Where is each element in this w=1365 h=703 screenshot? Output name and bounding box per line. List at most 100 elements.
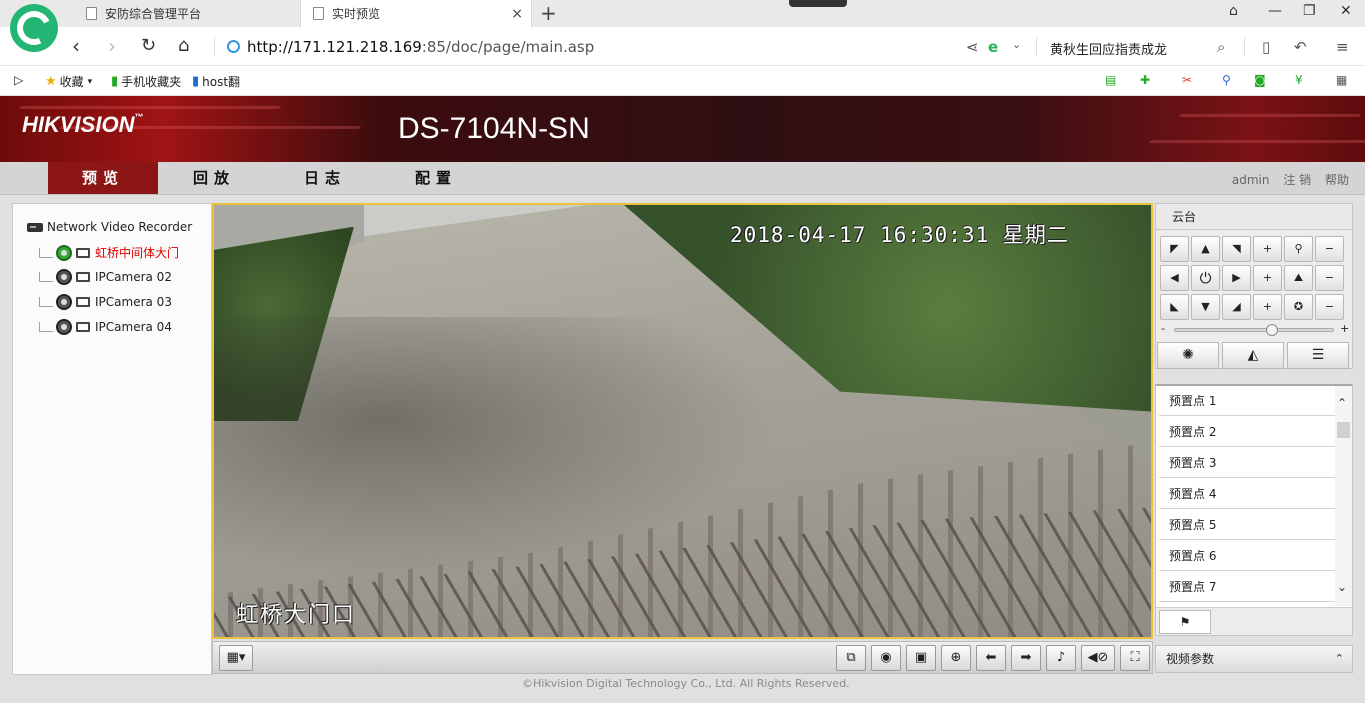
video-params-header[interactable]: 视频参数 ⌃ [1155, 645, 1353, 673]
list-item[interactable]: 预置点 2 [1159, 417, 1335, 447]
preset-scrollbar[interactable]: ⌃ ⌄ [1335, 386, 1352, 606]
camera-item[interactable]: 虹桥中间体大门 [39, 244, 179, 261]
logout-link[interactable]: 注 销 [1283, 173, 1311, 187]
focus-plus-icon[interactable]: + [1253, 265, 1282, 291]
call-preset-icon[interactable]: ⚑ [1159, 610, 1211, 634]
focus-minus-icon[interactable]: − [1315, 265, 1344, 291]
reader-icon[interactable]: ▤ [1105, 73, 1116, 87]
record-status-icon[interactable] [56, 269, 72, 285]
audio-mute-icon[interactable]: ◀⊘ [1081, 645, 1115, 671]
minimize-icon[interactable]: — [1268, 3, 1282, 19]
tree-root[interactable]: Network Video Recorder [27, 220, 192, 234]
refresh-icon[interactable]: ↻ [141, 35, 156, 57]
camera-icon[interactable] [76, 322, 90, 332]
prev-page-icon[interactable]: ⬅ [976, 645, 1006, 671]
ptz-right-icon[interactable]: ▶ [1222, 265, 1251, 291]
apps-grid-icon[interactable]: ▦ [1336, 73, 1347, 87]
record-status-icon[interactable] [56, 319, 72, 335]
menu-preview[interactable]: 预览 [48, 162, 158, 194]
add-bookmark-icon[interactable]: ✚ [1140, 73, 1150, 87]
menu-lines-icon[interactable]: ☰ [1287, 342, 1349, 369]
zoom-minus-icon[interactable]: − [1315, 236, 1344, 262]
tab-security-platform[interactable]: 安防综合管理平台 [78, 0, 300, 27]
ptz-speed-slider[interactable] [1174, 324, 1334, 336]
wiper-icon[interactable]: ◭ [1222, 342, 1284, 369]
ptz-down-icon[interactable]: ▼ [1191, 294, 1220, 320]
camera-item[interactable]: IPCamera 04 [39, 319, 172, 335]
layout-grid-button[interactable]: ▦▾ [219, 645, 253, 671]
slider-knob[interactable] [1266, 324, 1278, 336]
ptz-left-icon[interactable]: ◀ [1160, 265, 1189, 291]
tab-live-preview[interactable]: 实时预览 × [300, 0, 532, 27]
fullscreen-icon[interactable]: ⛶ [1120, 645, 1150, 671]
site-security-icon[interactable] [227, 40, 240, 53]
close-window-icon[interactable]: ✕ [1340, 3, 1352, 19]
zoom-in-icon[interactable]: ⊕ [941, 645, 971, 671]
list-item[interactable]: 预置点 3 [1159, 448, 1335, 478]
forward-icon[interactable]: › [108, 35, 116, 57]
speed-plus-icon[interactable]: + [1340, 322, 1349, 335]
help-link[interactable]: 帮助 [1325, 173, 1349, 187]
record-clip-icon[interactable]: ▣ [906, 645, 936, 671]
ptz-up-left-icon[interactable]: ◤ [1160, 236, 1189, 262]
coupon-icon[interactable]: ¥ [1295, 73, 1303, 87]
camera-icon[interactable] [76, 247, 90, 258]
favorites-button[interactable]: ★ 收藏 ▾ [45, 73, 92, 90]
scroll-up-icon[interactable]: ⌃ [1337, 396, 1347, 410]
capture-icon[interactable]: ◉ [871, 645, 901, 671]
video-window[interactable]: 2018-04-17 16:30:31 星期二 虹桥大门口 [212, 203, 1153, 639]
camera-item[interactable]: IPCamera 03 [39, 294, 172, 310]
record-status-icon[interactable] [56, 244, 72, 261]
home-icon[interactable]: ⌂ [178, 35, 189, 57]
mobile-icon[interactable]: ▯ [1262, 38, 1270, 56]
window-drag-handle[interactable] [789, 0, 847, 7]
undo-icon[interactable]: ↶ [1294, 38, 1307, 56]
iris-plus-icon[interactable]: + [1253, 294, 1282, 320]
mobile-favorites-link[interactable]: ▮ 手机收藏夹 [111, 73, 181, 90]
back-icon[interactable]: ‹ [72, 35, 80, 57]
close-tab-icon[interactable]: × [511, 6, 523, 22]
list-item[interactable]: 预置点 1 [1159, 386, 1335, 416]
search-input[interactable]: 黄秋生回应指责成龙 [1050, 39, 1167, 58]
menu-icon[interactable]: ≡ [1336, 38, 1349, 56]
iris-minus-icon[interactable]: − [1315, 294, 1344, 320]
chevron-down-icon[interactable]: ⌄ [1012, 38, 1021, 51]
list-item[interactable]: 预置点 5 [1159, 510, 1335, 540]
chevron-up-icon[interactable]: ⌃ [1335, 646, 1344, 672]
new-tab-button[interactable]: + [540, 2, 557, 24]
shirt-skin-icon[interactable]: ⌂ [1229, 3, 1238, 19]
microphone-icon[interactable]: ♪ [1046, 645, 1076, 671]
restore-icon[interactable]: ❐ [1303, 3, 1316, 19]
scroll-down-icon[interactable]: ⌄ [1337, 580, 1347, 594]
camera-item[interactable]: IPCamera 02 [39, 269, 172, 285]
zoom-plus-icon[interactable]: + [1253, 236, 1282, 262]
camera-icon[interactable] [76, 297, 90, 307]
light-icon[interactable]: ✺ [1157, 342, 1219, 369]
ptz-auto-icon[interactable]: ⏻ [1191, 265, 1220, 291]
menu-config[interactable]: 配置 [381, 162, 491, 194]
ptz-up-icon[interactable]: ▲ [1191, 236, 1220, 262]
scroll-thumb[interactable] [1337, 422, 1350, 438]
ptz-up-right-icon[interactable]: ◥ [1222, 236, 1251, 262]
magnifier-icon[interactable]: ⚲ [1222, 73, 1231, 87]
browser-mode-icon[interactable]: e [988, 38, 998, 56]
speed-minus-icon[interactable]: - [1161, 322, 1165, 335]
list-item[interactable]: 预置点 6 [1159, 541, 1335, 571]
list-item[interactable]: 预置点 7 [1159, 572, 1335, 602]
stop-all-icon[interactable]: ⧉ [836, 645, 866, 671]
search-icon[interactable]: ⌕ [1217, 38, 1225, 56]
game-icon[interactable]: ◙ [1254, 73, 1266, 87]
next-page-icon[interactable]: ➡ [1011, 645, 1041, 671]
url-field[interactable]: http://171.121.218.169:85/doc/page/main.… [247, 38, 594, 56]
camera-icon[interactable] [76, 272, 90, 282]
share-icon[interactable]: ⋖ [966, 38, 979, 56]
menu-playback[interactable]: 回放 [159, 162, 269, 194]
screenshot-icon[interactable]: ✂ [1182, 73, 1192, 87]
ptz-down-right-icon[interactable]: ◢ [1222, 294, 1251, 320]
record-status-icon[interactable] [56, 294, 72, 310]
list-item[interactable]: 预置点 4 [1159, 479, 1335, 509]
ptz-down-left-icon[interactable]: ◣ [1160, 294, 1189, 320]
menu-log[interactable]: 日志 [270, 162, 380, 194]
sidebar-toggle-icon[interactable]: ▷ [14, 73, 23, 87]
host-link[interactable]: ▮ host翻 [192, 73, 240, 90]
